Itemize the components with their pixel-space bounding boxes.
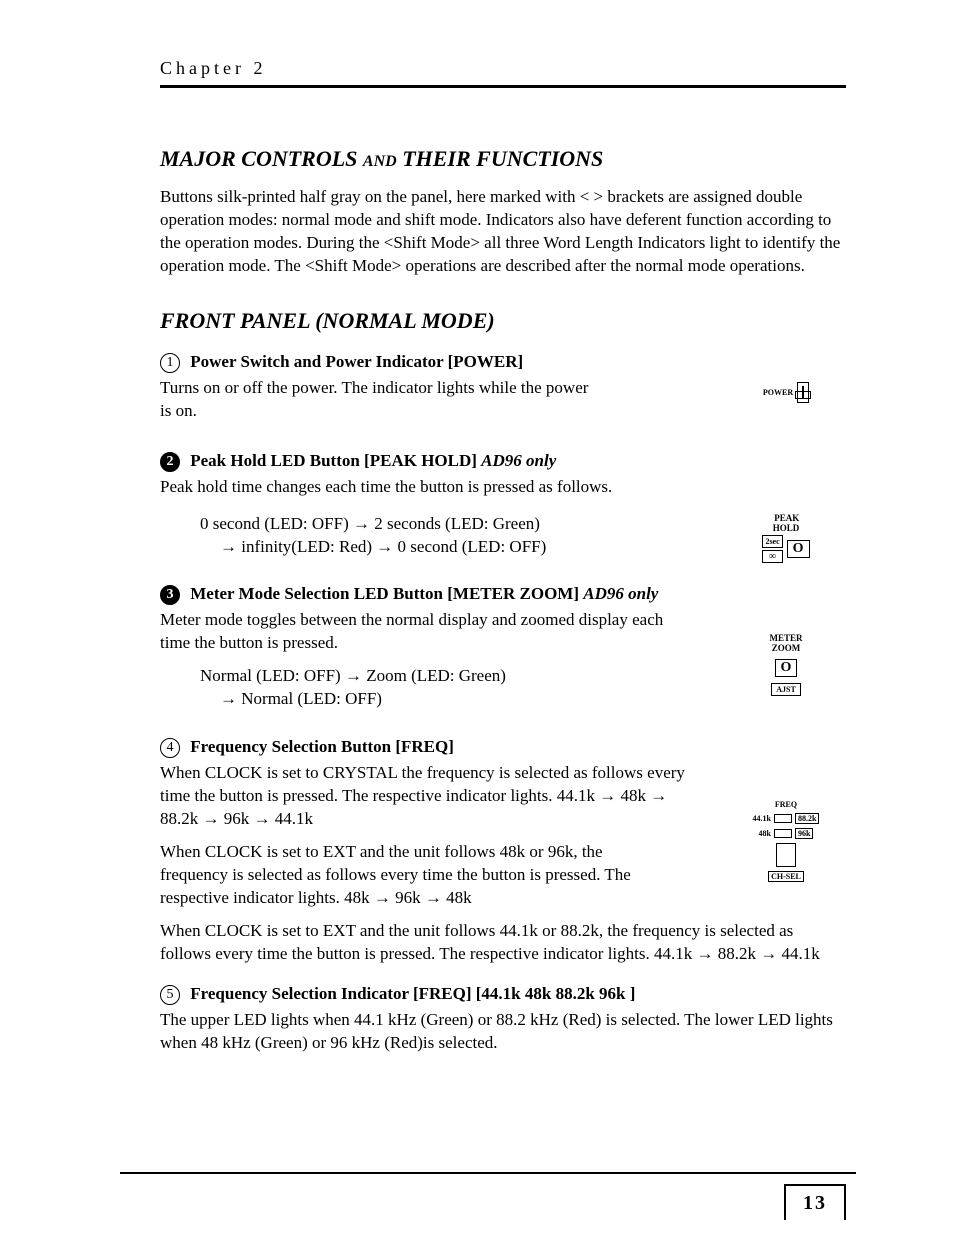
- item-3-title-text: Meter Mode Selection LED Button [METER Z…: [190, 584, 579, 603]
- item-5: 5 Frequency Selection Indicator [FREQ] […: [160, 984, 846, 1055]
- heading-and: AND: [363, 153, 397, 170]
- item-5-number: 5: [160, 985, 180, 1005]
- peak-button-icon: O: [787, 540, 810, 558]
- item-5-title: 5 Frequency Selection Indicator [FREQ] […: [160, 984, 846, 1005]
- freq-led-upper-icon: [774, 814, 792, 823]
- freq-led-lower-icon: [774, 829, 792, 838]
- item-2-body: Peak hold time changes each time the but…: [160, 476, 846, 499]
- item-4-number: 4: [160, 738, 180, 758]
- peak-infinity-icon: ∞: [762, 550, 782, 563]
- item-4-title: 4 Frequency Selection Button [FREQ]: [160, 737, 846, 758]
- item-2-title: 2 Peak Hold LED Button [PEAK HOLD] AD96 …: [160, 451, 846, 472]
- item-3-line-1: Normal (LED: OFF) → Zoom (LED: Green): [200, 665, 726, 688]
- item-3-tag: AD96 only: [583, 584, 658, 603]
- freq-96-label: 96k: [795, 828, 813, 839]
- figure-meter-zoom: METER ZOOM O AJST: [726, 609, 846, 719]
- item-1-number: 1: [160, 353, 180, 373]
- item-4-p3: When CLOCK is set to EXT and the unit fo…: [160, 920, 846, 966]
- freq-882-label: 88.2k: [795, 813, 819, 824]
- item-3: 3 Meter Mode Selection LED Button [METER…: [160, 584, 846, 719]
- peak-2sec-icon: 2sec: [762, 535, 782, 548]
- item-2-sequence: 0 second (LED: OFF) → 2 seconds (LED: Gr…: [200, 513, 726, 559]
- figure-peak-hold: PEAK HOLD 2sec ∞ O: [726, 509, 846, 567]
- item-3-title: 3 Meter Mode Selection LED Button [METER…: [160, 584, 846, 605]
- freq-button-icon: [776, 843, 796, 867]
- figure-freq: FREQ 44.1k 88.2k 48k 96k CH-SEL: [726, 762, 846, 920]
- item-4-p2: When CLOCK is set to EXT and the unit fo…: [160, 841, 660, 910]
- figure-power: POWER: [726, 352, 846, 433]
- chapter-heading: Chapter 2: [160, 58, 846, 88]
- page-number: 13: [784, 1184, 846, 1220]
- section-heading-front-panel: FRONT PANEL (NORMAL MODE): [160, 308, 846, 334]
- freq-48-label: 48k: [759, 829, 771, 838]
- figure-freq-label: FREQ: [775, 800, 797, 809]
- item-2-title-text: Peak Hold LED Button [PEAK HOLD]: [190, 451, 477, 470]
- item-4-title-text: Frequency Selection Button [FREQ]: [190, 737, 454, 756]
- item-3-body: Meter mode toggles between the normal di…: [160, 609, 680, 655]
- item-2-line-1: 0 second (LED: OFF) → 2 seconds (LED: Gr…: [200, 513, 726, 536]
- item-4-p1: When CLOCK is set to CRYSTAL the frequen…: [160, 762, 690, 831]
- meter-zoom-button-icon: O: [775, 659, 798, 677]
- heading-part-1: MAJOR CONTROLS: [160, 146, 357, 171]
- item-2-line-2: → infinity(LED: Red) → 0 second (LED: OF…: [220, 536, 726, 559]
- power-switch-icon: [797, 382, 809, 403]
- item-2-number: 2: [160, 452, 180, 472]
- item-3-line-2: → Normal (LED: OFF): [220, 688, 726, 711]
- figure-power-label: POWER: [763, 388, 793, 397]
- item-3-number: 3: [160, 585, 180, 605]
- heading-part-2: THEIR FUNCTIONS: [402, 146, 603, 171]
- freq-441-label: 44.1k: [753, 814, 771, 823]
- ch-sel-label: CH-SEL: [768, 871, 804, 882]
- item-2-tag: AD96 only: [481, 451, 556, 470]
- item-5-body: The upper LED lights when 44.1 kHz (Gree…: [160, 1009, 846, 1055]
- item-5-title-text: Frequency Selection Indicator [FREQ] [44…: [190, 984, 635, 1003]
- intro-paragraph: Buttons silk-printed half gray on the pa…: [160, 186, 846, 278]
- item-1-body: Turns on or off the power. The indicator…: [160, 377, 590, 423]
- figure-meter-zoom-label: METER ZOOM: [769, 633, 802, 653]
- item-3-sequence: Normal (LED: OFF) → Zoom (LED: Green) → …: [200, 665, 726, 711]
- section-heading-major-controls: MAJOR CONTROLS AND THEIR FUNCTIONS: [160, 146, 846, 172]
- item-4: 4 Frequency Selection Button [FREQ] When…: [160, 737, 846, 966]
- ajst-label-icon: AJST: [771, 683, 801, 696]
- item-1-title: 1 Power Switch and Power Indicator [POWE…: [160, 352, 726, 373]
- footer-rule: [120, 1172, 856, 1174]
- item-2: 2 Peak Hold LED Button [PEAK HOLD] AD96 …: [160, 451, 846, 567]
- item-1: 1 Power Switch and Power Indicator [POWE…: [160, 352, 846, 433]
- item-1-title-text: Power Switch and Power Indicator [POWER]: [190, 352, 523, 371]
- figure-peak-hold-label: PEAK HOLD: [773, 513, 800, 533]
